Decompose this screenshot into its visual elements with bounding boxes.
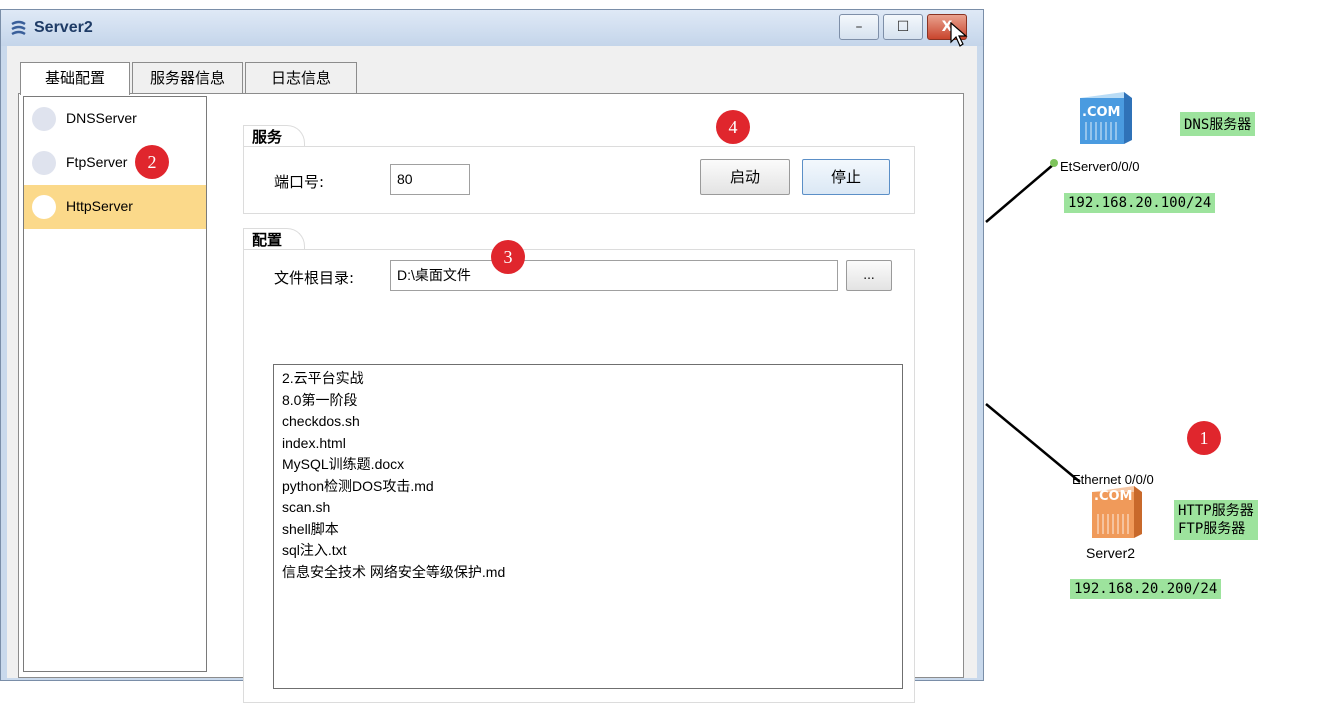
service-label: DNSServer [66,110,137,126]
root-dir-input[interactable]: D:\桌面文件 [390,260,838,291]
dns-server-device-icon[interactable]: .COM [1074,90,1134,150]
step-marker-2: 2 [135,145,169,179]
device-badge: .COM [1082,105,1121,120]
window-client: 基础配置 服务器信息 日志信息 DNSServer FtpServer Http… [7,46,977,703]
list-item[interactable]: sql注入.txt [282,540,894,562]
link-to-dns [985,163,1055,223]
server2-role-labels: HTTP服务器 FTP服务器 [1174,500,1258,540]
stop-button[interactable]: 停止 [802,159,890,195]
link-lines [985,159,1081,483]
list-item[interactable]: checkdos.sh [282,411,894,433]
list-item[interactable]: 信息安全技术 网络安全等级保护.md [282,562,894,584]
server2-ip-label: 192.168.20.200/24 [1070,579,1222,599]
app-icon [9,20,29,38]
server2-window: Server2 – ☐ X 基础配置 服务器信息 日志信息 DNSServer … [0,9,984,703]
title-bar[interactable]: Server2 – ☐ X [1,10,983,46]
maximize-button[interactable]: ☐ [883,14,923,40]
status-dot [32,195,56,219]
list-item[interactable]: 2.云平台实战 [282,368,894,390]
dns-role-label: DNS服务器 [1180,112,1256,136]
tab-basic-config[interactable]: 基础配置 [20,62,130,95]
step-marker-1: 1 [1187,421,1221,455]
root-dir-label: 文件根目录: [274,269,355,287]
list-item[interactable]: MySQL训练题.docx [282,454,894,476]
tab-log-info[interactable]: 日志信息 [245,62,357,94]
window-title: Server2 [34,19,93,36]
port-label: 端口号: [274,173,325,191]
file-list[interactable]: 2.云平台实战 8.0第一阶段 checkdos.sh index.html M… [273,364,903,689]
tab-server-info[interactable]: 服务器信息 [132,62,243,94]
service-item-http[interactable]: HttpServer [24,185,206,229]
step-marker-4: 4 [716,110,750,144]
dns-ip-label: 192.168.20.100/24 [1064,193,1216,213]
list-item[interactable]: shell脚本 [282,519,894,541]
service-group: 端口号: 80 启动 停止 [243,146,915,214]
start-button[interactable]: 启动 [700,159,790,195]
server2-device-icon[interactable]: .COM [1086,484,1144,542]
service-group-title: 服务 [243,125,306,148]
link-to-server2 [985,403,1081,483]
list-item[interactable]: scan.sh [282,497,894,519]
service-list: DNSServer FtpServer HttpServer [23,96,207,672]
device-badge: .COM [1094,489,1133,504]
service-label: HttpServer [66,198,133,214]
status-dot [32,107,56,131]
port-indicator [1050,159,1058,167]
list-item[interactable]: 8.0第一阶段 [282,390,894,412]
list-item[interactable]: index.html [282,433,894,455]
port-input[interactable]: 80 [390,164,470,195]
server2-role-http: HTTP服务器 [1178,503,1254,519]
server2-role-ftp: FTP服务器 [1178,521,1246,537]
tab-panel: DNSServer FtpServer HttpServer 服务 端口号: 8… [18,93,964,703]
browse-button[interactable]: ... [846,260,892,291]
dns-port-label: EtServer0/0/0 [1060,159,1140,174]
step-marker-3: 3 [491,240,525,274]
minimize-button[interactable]: – [839,14,879,40]
status-dot [32,151,56,175]
server2-name-label: Server2 [1086,545,1136,561]
service-item-dns[interactable]: DNSServer [24,97,206,141]
list-item[interactable]: python检测DOS攻击.md [282,476,894,498]
config-group-title: 配置 [243,228,306,251]
service-item-ftp[interactable]: FtpServer [24,141,206,185]
service-label: FtpServer [66,154,128,170]
mouse-cursor-icon [950,21,968,48]
